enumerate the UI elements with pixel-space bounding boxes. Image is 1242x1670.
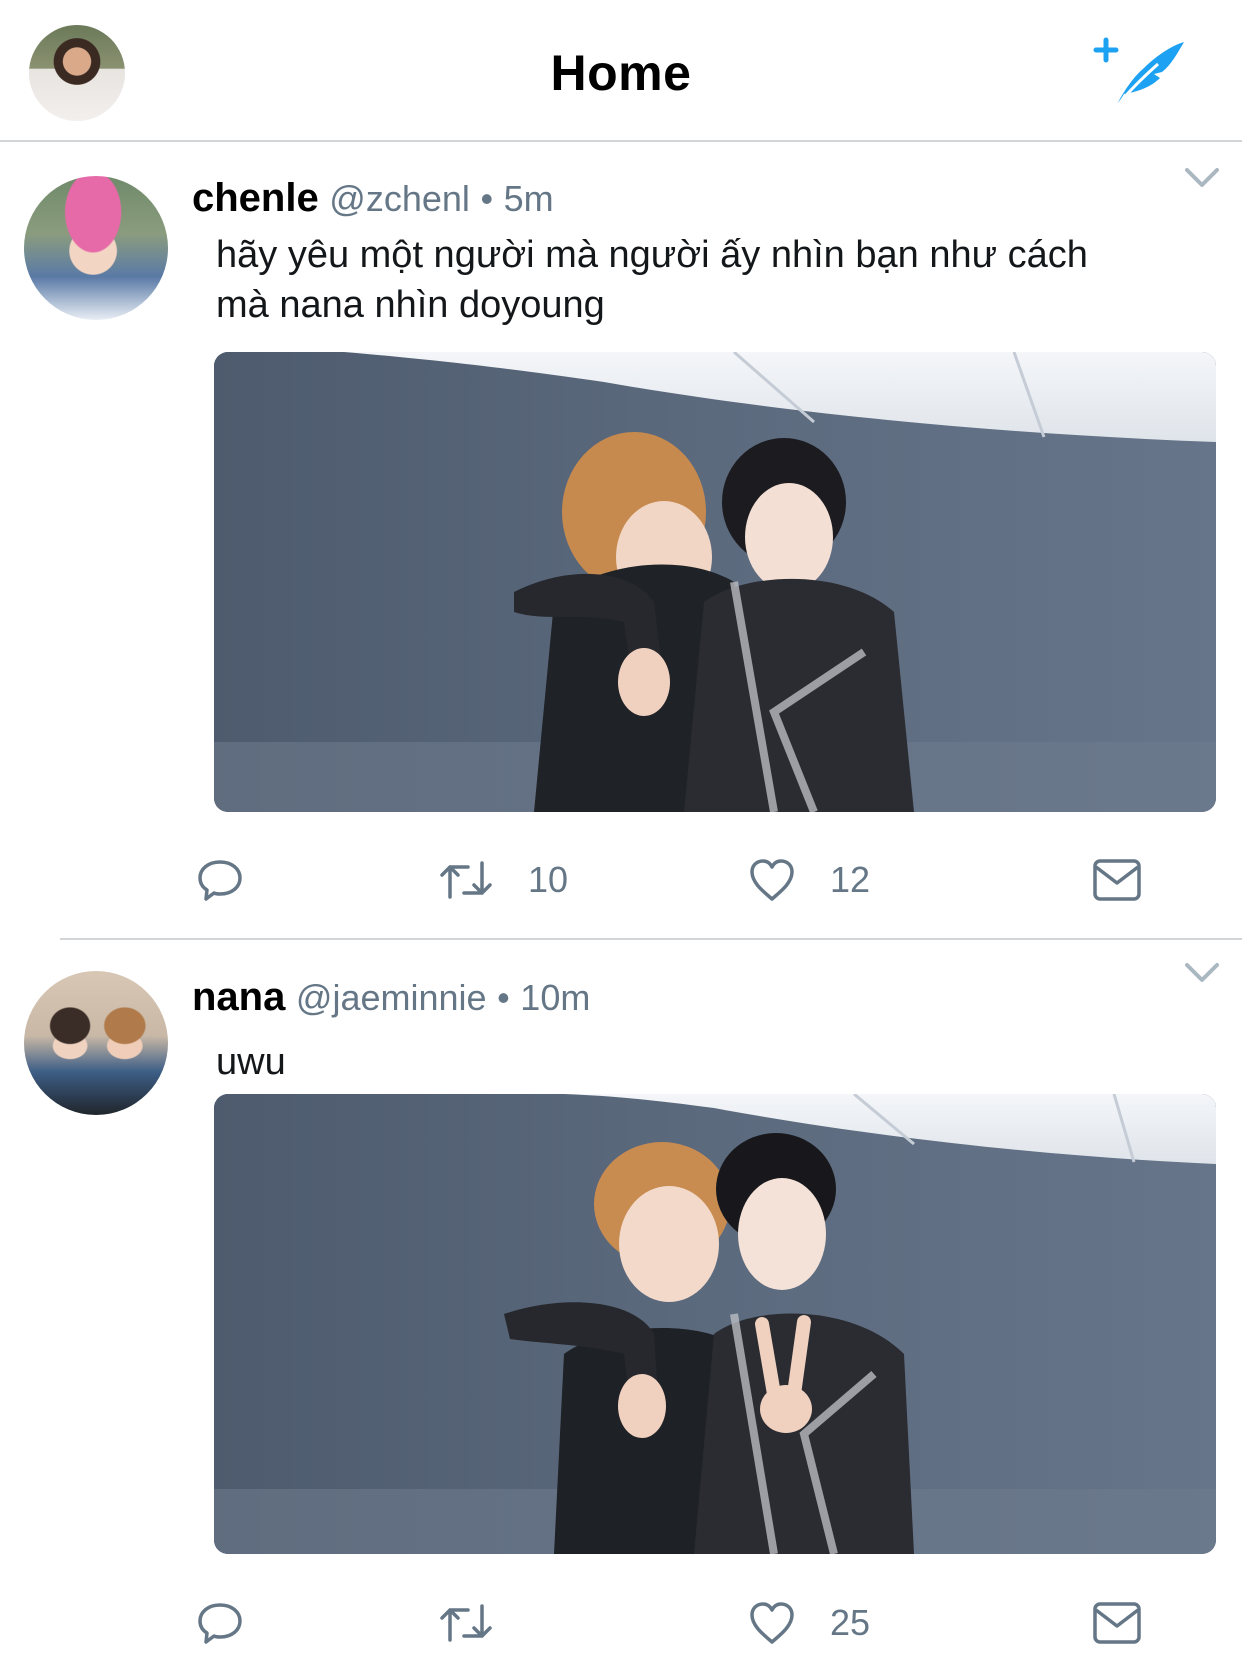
like-count: 25 [830,1602,871,1643]
tweet-text: hãy yêu một người mà người ấy nhìn bạn n… [216,234,1088,326]
tweet-text: uwu [216,1041,286,1083]
tweet-divider [60,938,1242,940]
heart-icon [750,1602,794,1644]
display-name[interactable]: chenle [192,176,319,220]
direct-message-button[interactable] [1092,1593,1142,1653]
heart-icon [750,859,794,901]
compose-tweet-icon[interactable] [1092,34,1188,114]
retweet-button[interactable] [438,1593,494,1653]
like-count: 12 [830,859,871,900]
like-button[interactable]: 12 [748,850,870,910]
user-handle[interactable]: @jaeminnie [296,977,487,1018]
tweet-photo[interactable] [214,1094,1216,1554]
tweet-photo[interactable] [214,352,1216,812]
reply-button[interactable] [196,850,244,910]
direct-message-button[interactable] [1092,850,1142,910]
retweet-button[interactable]: 10 [438,850,568,910]
tweet[interactable]: nana @jaeminnie • 10m uwu 25 [0,941,1242,1670]
retweet-icon [440,1604,492,1642]
reply-icon [198,1603,242,1644]
reply-button[interactable] [196,1593,244,1653]
avatar[interactable] [24,971,168,1115]
tweet-header: nana @jaeminnie • 10m [192,975,590,1020]
tweet-actions: 10 12 [0,850,1242,910]
mail-icon [1093,859,1141,901]
timestamp: 10m [520,977,591,1018]
tweet-actions: 25 [0,1593,1242,1653]
chevron-down-icon[interactable] [1184,961,1220,985]
retweet-icon [440,861,492,899]
like-button[interactable]: 25 [748,1593,870,1653]
user-handle[interactable]: @zchenl [329,178,470,219]
display-name[interactable]: nana [192,975,285,1019]
retweet-count: 10 [528,859,569,900]
page-title: Home [550,45,692,101]
separator-dot: • [497,977,510,1018]
avatar[interactable] [24,176,168,320]
tweet-header: chenle @zchenl • 5m [192,176,554,221]
reply-icon [198,860,242,901]
separator-dot: • [480,178,494,219]
top-nav-bar: Home [0,0,1242,142]
tweet[interactable]: chenle @zchenl • 5m hãy yêu một người mà… [0,142,1242,939]
timestamp: 5m [503,178,554,219]
mail-icon [1093,1602,1141,1644]
chevron-down-icon[interactable] [1184,166,1220,190]
